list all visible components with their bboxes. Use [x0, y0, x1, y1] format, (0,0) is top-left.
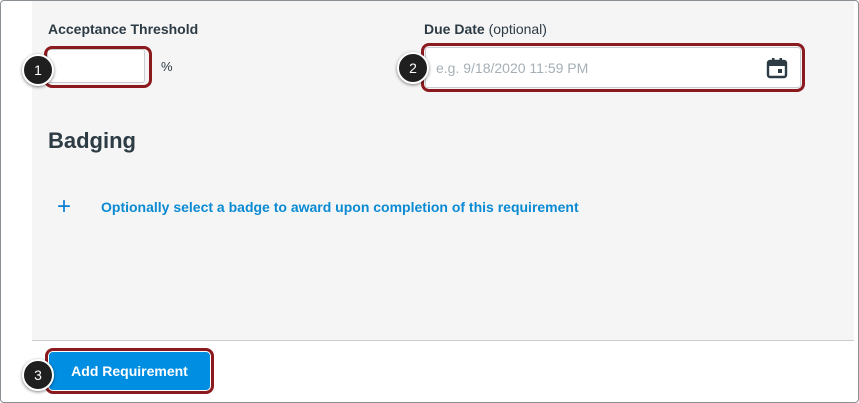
due-date-optional-text: (optional) [488, 21, 547, 37]
due-date-label: Due Date (optional) [424, 21, 547, 37]
step-marker-2: 2 [397, 52, 429, 84]
due-date-placeholder: e.g. 9/18/2020 11:59 PM [436, 60, 589, 76]
due-date-input[interactable]: e.g. 9/18/2020 11:59 PM [425, 47, 801, 88]
select-badge-link[interactable]: + Optionally select a badge to award upo… [53, 195, 579, 219]
acceptance-threshold-input[interactable] [47, 49, 145, 83]
step-marker-3: 3 [22, 359, 54, 391]
badging-heading: Badging [48, 128, 136, 153]
due-date-label-text: Due Date [424, 21, 485, 37]
select-badge-link-text: Optionally select a badge to award upon … [101, 199, 579, 215]
dialog-frame: Acceptance Threshold % Due Date (optiona… [0, 0, 859, 403]
acceptance-threshold-label-text: Acceptance Threshold [48, 21, 199, 37]
acceptance-threshold-label: Acceptance Threshold [48, 21, 198, 37]
step-marker-1: 1 [22, 54, 54, 86]
plus-icon: + [56, 193, 71, 220]
add-requirement-button[interactable]: Add Requirement [49, 352, 210, 390]
percent-symbol: % [161, 59, 173, 74]
calendar-icon[interactable] [766, 57, 788, 79]
